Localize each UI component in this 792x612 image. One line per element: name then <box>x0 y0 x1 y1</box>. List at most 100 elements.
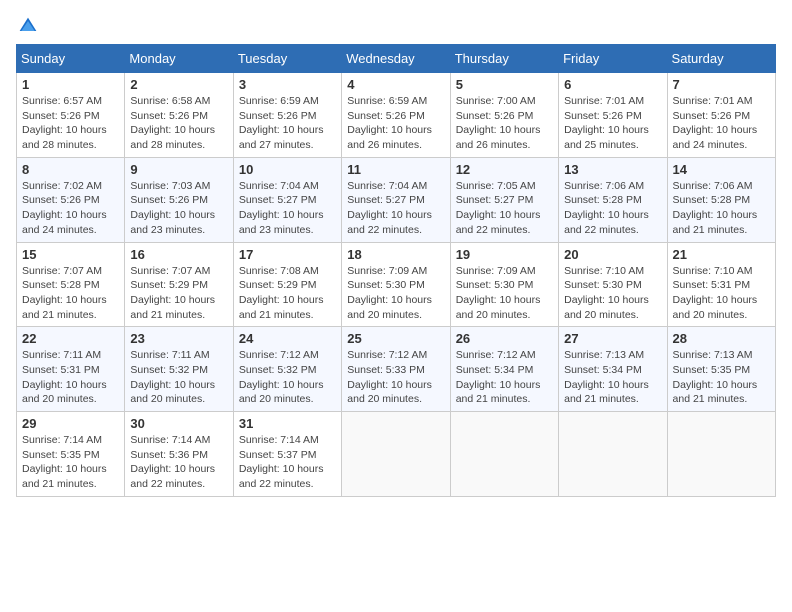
calendar-cell: 10 Sunrise: 7:04 AM Sunset: 5:27 PM Dayli… <box>233 157 341 242</box>
calendar-cell: 19 Sunrise: 7:09 AM Sunset: 5:30 PM Dayli… <box>450 242 558 327</box>
calendar-week-row: 29 Sunrise: 7:14 AM Sunset: 5:35 PM Dayli… <box>17 412 776 497</box>
day-number: 10 <box>239 162 336 177</box>
day-info: Sunrise: 7:03 AM Sunset: 5:26 PM Dayligh… <box>130 179 227 238</box>
calendar-cell: 15 Sunrise: 7:07 AM Sunset: 5:28 PM Dayli… <box>17 242 125 327</box>
day-number: 3 <box>239 77 336 92</box>
day-info: Sunrise: 7:08 AM Sunset: 5:29 PM Dayligh… <box>239 264 336 323</box>
day-info: Sunrise: 6:59 AM Sunset: 5:26 PM Dayligh… <box>347 94 444 153</box>
day-info: Sunrise: 7:09 AM Sunset: 5:30 PM Dayligh… <box>347 264 444 323</box>
calendar-cell: 30 Sunrise: 7:14 AM Sunset: 5:36 PM Dayli… <box>125 412 233 497</box>
calendar-cell: 28Sunrise: 7:13 AM Sunset: 5:35 PM Dayli… <box>667 327 775 412</box>
day-number: 7 <box>673 77 770 92</box>
calendar-cell: 8Sunrise: 7:02 AM Sunset: 5:26 PM Daylig… <box>17 157 125 242</box>
calendar-cell: 20Sunrise: 7:10 AM Sunset: 5:30 PM Dayli… <box>559 242 667 327</box>
calendar-header-row: SundayMondayTuesdayWednesdayThursdayFrid… <box>17 45 776 73</box>
day-number: 16 <box>130 247 227 262</box>
weekday-header-wednesday: Wednesday <box>342 45 450 73</box>
day-number: 24 <box>239 331 336 346</box>
calendar-cell: 1 Sunrise: 6:57 AM Sunset: 5:26 PM Daylig… <box>17 73 125 158</box>
calendar-cell: 21 Sunrise: 7:10 AM Sunset: 5:31 PM Dayli… <box>667 242 775 327</box>
calendar-cell: 11 Sunrise: 7:04 AM Sunset: 5:27 PM Dayli… <box>342 157 450 242</box>
day-number: 19 <box>456 247 553 262</box>
day-number: 21 <box>673 247 770 262</box>
day-number: 17 <box>239 247 336 262</box>
day-info: Sunrise: 7:04 AM Sunset: 5:27 PM Dayligh… <box>347 179 444 238</box>
calendar-cell: 3 Sunrise: 6:59 AM Sunset: 5:26 PM Daylig… <box>233 73 341 158</box>
day-number: 18 <box>347 247 444 262</box>
day-number: 26 <box>456 331 553 346</box>
day-number: 12 <box>456 162 553 177</box>
calendar-cell: 23 Sunrise: 7:11 AM Sunset: 5:32 PM Dayli… <box>125 327 233 412</box>
weekday-header-sunday: Sunday <box>17 45 125 73</box>
calendar-week-row: 15 Sunrise: 7:07 AM Sunset: 5:28 PM Dayli… <box>17 242 776 327</box>
day-info: Sunrise: 7:06 AM Sunset: 5:28 PM Dayligh… <box>564 179 661 238</box>
calendar-cell <box>559 412 667 497</box>
calendar-cell: 9 Sunrise: 7:03 AM Sunset: 5:26 PM Daylig… <box>125 157 233 242</box>
day-number: 1 <box>22 77 119 92</box>
day-info: Sunrise: 7:01 AM Sunset: 5:26 PM Dayligh… <box>673 94 770 153</box>
day-number: 2 <box>130 77 227 92</box>
calendar-week-row: 22 Sunrise: 7:11 AM Sunset: 5:31 PM Dayli… <box>17 327 776 412</box>
day-number: 4 <box>347 77 444 92</box>
day-number: 29 <box>22 416 119 431</box>
day-info: Sunrise: 7:10 AM Sunset: 5:31 PM Dayligh… <box>673 264 770 323</box>
day-number: 28 <box>673 331 770 346</box>
day-info: Sunrise: 7:14 AM Sunset: 5:37 PM Dayligh… <box>239 433 336 492</box>
weekday-header-monday: Monday <box>125 45 233 73</box>
day-info: Sunrise: 7:01 AM Sunset: 5:26 PM Dayligh… <box>564 94 661 153</box>
day-info: Sunrise: 7:00 AM Sunset: 5:26 PM Dayligh… <box>456 94 553 153</box>
day-number: 14 <box>673 162 770 177</box>
weekday-header-saturday: Saturday <box>667 45 775 73</box>
calendar-cell <box>342 412 450 497</box>
day-number: 8 <box>22 162 119 177</box>
day-info: Sunrise: 7:14 AM Sunset: 5:35 PM Dayligh… <box>22 433 119 492</box>
calendar-cell: 4 Sunrise: 6:59 AM Sunset: 5:26 PM Daylig… <box>342 73 450 158</box>
day-info: Sunrise: 6:57 AM Sunset: 5:26 PM Dayligh… <box>22 94 119 153</box>
calendar-cell: 24Sunrise: 7:12 AM Sunset: 5:32 PM Dayli… <box>233 327 341 412</box>
day-info: Sunrise: 6:58 AM Sunset: 5:26 PM Dayligh… <box>130 94 227 153</box>
day-info: Sunrise: 7:12 AM Sunset: 5:34 PM Dayligh… <box>456 348 553 407</box>
day-info: Sunrise: 7:12 AM Sunset: 5:33 PM Dayligh… <box>347 348 444 407</box>
day-info: Sunrise: 7:05 AM Sunset: 5:27 PM Dayligh… <box>456 179 553 238</box>
day-info: Sunrise: 7:07 AM Sunset: 5:29 PM Dayligh… <box>130 264 227 323</box>
day-number: 27 <box>564 331 661 346</box>
calendar-cell: 5 Sunrise: 7:00 AM Sunset: 5:26 PM Daylig… <box>450 73 558 158</box>
calendar-cell: 7 Sunrise: 7:01 AM Sunset: 5:26 PM Daylig… <box>667 73 775 158</box>
day-info: Sunrise: 7:11 AM Sunset: 5:31 PM Dayligh… <box>22 348 119 407</box>
calendar-cell: 16 Sunrise: 7:07 AM Sunset: 5:29 PM Dayli… <box>125 242 233 327</box>
calendar-week-row: 1 Sunrise: 6:57 AM Sunset: 5:26 PM Daylig… <box>17 73 776 158</box>
day-number: 25 <box>347 331 444 346</box>
day-number: 13 <box>564 162 661 177</box>
day-info: Sunrise: 7:10 AM Sunset: 5:30 PM Dayligh… <box>564 264 661 323</box>
day-info: Sunrise: 7:07 AM Sunset: 5:28 PM Dayligh… <box>22 264 119 323</box>
calendar-cell: 13 Sunrise: 7:06 AM Sunset: 5:28 PM Dayli… <box>559 157 667 242</box>
day-info: Sunrise: 7:11 AM Sunset: 5:32 PM Dayligh… <box>130 348 227 407</box>
calendar-cell: 2 Sunrise: 6:58 AM Sunset: 5:26 PM Daylig… <box>125 73 233 158</box>
calendar-cell: 31 Sunrise: 7:14 AM Sunset: 5:37 PM Dayli… <box>233 412 341 497</box>
page-header <box>16 16 776 36</box>
logo <box>16 16 38 36</box>
calendar-cell: 27 Sunrise: 7:13 AM Sunset: 5:34 PM Dayli… <box>559 327 667 412</box>
day-info: Sunrise: 7:14 AM Sunset: 5:36 PM Dayligh… <box>130 433 227 492</box>
calendar-cell: 26 Sunrise: 7:12 AM Sunset: 5:34 PM Dayli… <box>450 327 558 412</box>
calendar-cell: 6 Sunrise: 7:01 AM Sunset: 5:26 PM Daylig… <box>559 73 667 158</box>
day-number: 31 <box>239 416 336 431</box>
weekday-header-tuesday: Tuesday <box>233 45 341 73</box>
day-number: 6 <box>564 77 661 92</box>
day-info: Sunrise: 7:09 AM Sunset: 5:30 PM Dayligh… <box>456 264 553 323</box>
day-number: 11 <box>347 162 444 177</box>
day-info: Sunrise: 7:04 AM Sunset: 5:27 PM Dayligh… <box>239 179 336 238</box>
calendar-week-row: 8Sunrise: 7:02 AM Sunset: 5:26 PM Daylig… <box>17 157 776 242</box>
day-info: Sunrise: 6:59 AM Sunset: 5:26 PM Dayligh… <box>239 94 336 153</box>
day-number: 23 <box>130 331 227 346</box>
day-number: 30 <box>130 416 227 431</box>
day-info: Sunrise: 7:13 AM Sunset: 5:34 PM Dayligh… <box>564 348 661 407</box>
weekday-header-friday: Friday <box>559 45 667 73</box>
calendar-cell: 14Sunrise: 7:06 AM Sunset: 5:28 PM Dayli… <box>667 157 775 242</box>
day-number: 15 <box>22 247 119 262</box>
calendar-table: SundayMondayTuesdayWednesdayThursdayFrid… <box>16 44 776 497</box>
day-number: 22 <box>22 331 119 346</box>
day-number: 5 <box>456 77 553 92</box>
day-number: 9 <box>130 162 227 177</box>
calendar-cell: 17 Sunrise: 7:08 AM Sunset: 5:29 PM Dayli… <box>233 242 341 327</box>
